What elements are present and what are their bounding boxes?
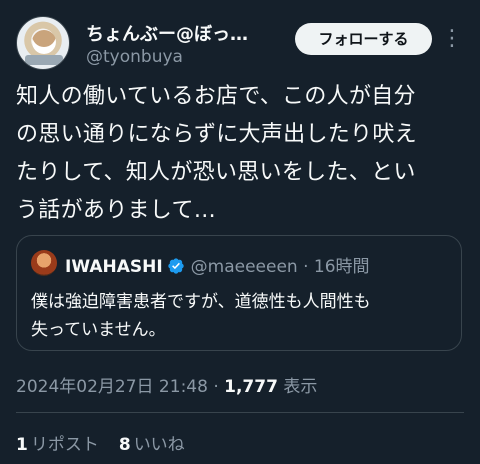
avatar-face [32, 30, 56, 54]
quoted-author-avatar [31, 250, 57, 276]
follow-button[interactable]: フォローする [295, 23, 432, 55]
quoted-tweet-header: IWAHASHI @maeeeeen · 16時間 [65, 252, 370, 277]
verified-badge-icon [167, 258, 184, 274]
quoted-tweet[interactable]: IWAHASHI @maeeeeen · 16時間 僕は強迫障害患者ですが、道徳… [16, 235, 462, 351]
author-avatar[interactable] [16, 16, 70, 70]
author-handle[interactable]: @tyonbuya [86, 47, 183, 67]
tweet-timestamp[interactable]: 2024年02月27日 21:48 · [16, 377, 224, 397]
tweet-meta: 2024年02月27日 21:48 · 1,777 表示 [16, 372, 317, 397]
retweets-stat[interactable]: 1 リポスト [16, 435, 99, 455]
divider [16, 412, 464, 413]
quoted-tweet-text: 僕は強迫障害患者ですが、道徳性も人間性も 失っていません。 [31, 292, 371, 340]
retweets-count: 1 [16, 435, 28, 455]
likes-count: 8 [118, 435, 131, 455]
likes-label: いいね [133, 435, 185, 455]
tweet-stats: 1 リポスト 8 いいね [16, 430, 185, 455]
views-label: 表示 [277, 377, 318, 397]
likes-stat[interactable]: 8 いいね [119, 435, 185, 455]
quoted-author-name: IWAHASHI [65, 257, 163, 277]
tweet-text: 知人の働いているお店で、この人が自分 の思い通りにならずに大声出したり吠え たり… [16, 84, 417, 223]
quoted-handle-time: @maeeeeen · 16時間 [190, 257, 370, 277]
retweets-label: リポスト [30, 435, 99, 455]
more-options-icon[interactable]: ⋮ [440, 24, 464, 54]
views-count: 1,777 [224, 377, 278, 397]
tweet-header: ちょんぶー@ぼっ… @tyonbuya フォローする ⋮ [16, 14, 464, 70]
author-display-name[interactable]: ちょんぶー@ぼっ… [86, 20, 276, 46]
avatar-base [25, 55, 63, 65]
